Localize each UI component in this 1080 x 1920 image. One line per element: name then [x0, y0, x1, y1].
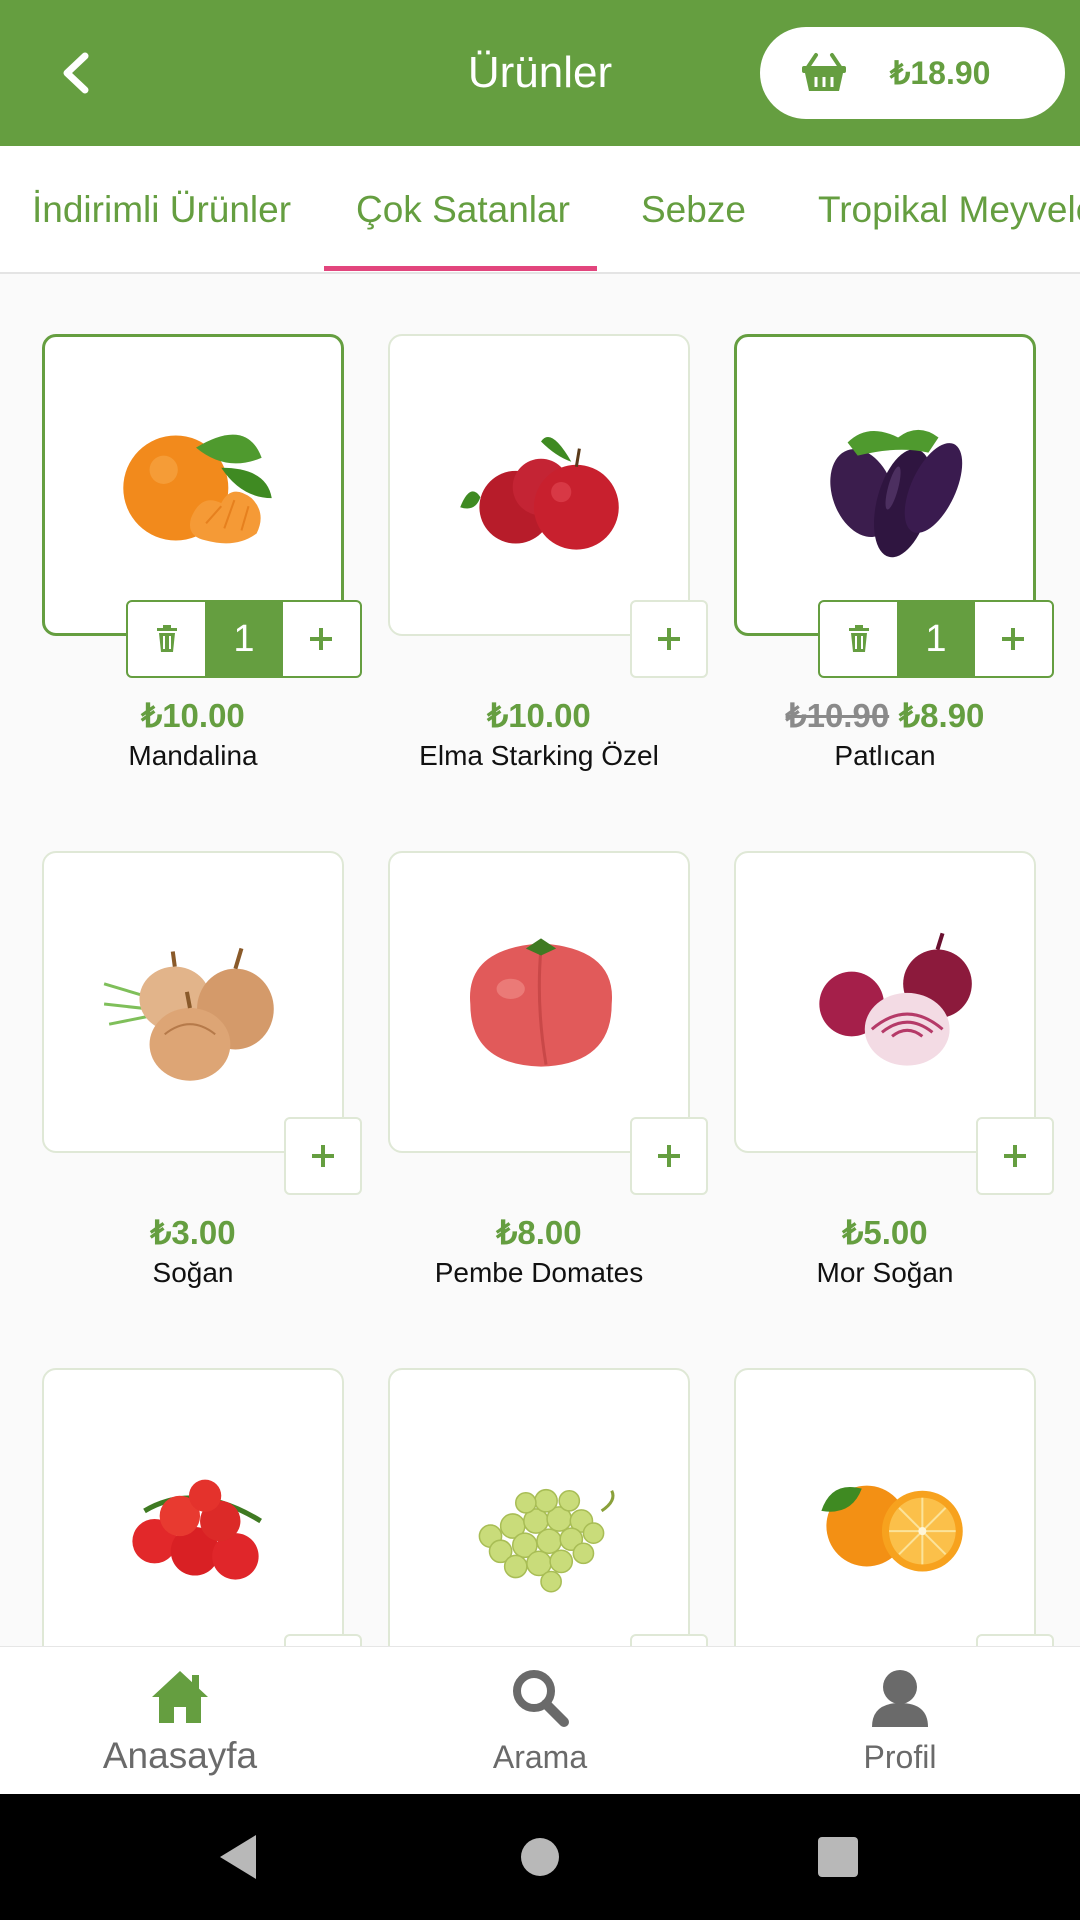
plus-icon [658, 1145, 680, 1167]
product-name: Elma Starking Özel [419, 740, 659, 771]
product-name: Mor Soğan [816, 1257, 954, 1288]
red-onion-image [819, 932, 972, 1066]
plus-icon [1002, 628, 1025, 650]
delete-button[interactable] [128, 602, 205, 676]
product-price: ₺10.90 ₺8.90 [734, 696, 1036, 735]
search-icon [513, 1670, 569, 1727]
old-price: ₺10.90 [785, 697, 890, 734]
nav-search[interactable]: Arama [360, 1647, 720, 1795]
product-price: ₺10.00 [388, 696, 690, 735]
add-to-cart-button[interactable] [284, 1634, 362, 1646]
profile-icon [872, 1670, 928, 1727]
add-to-cart-button[interactable] [630, 600, 708, 678]
current-price: ₺8.00 [496, 1214, 582, 1251]
quantity-value: 1 [205, 602, 283, 676]
trash-icon [848, 625, 869, 652]
cart-button[interactable]: ₺18.90 [760, 27, 1065, 119]
plus-icon [312, 1145, 334, 1167]
product-card[interactable] [42, 1368, 388, 1646]
nav-home-label: Anasayfa [102, 1735, 258, 1776]
tab-vegetables[interactable]: Sebze [641, 146, 746, 272]
cherry-tomato-image [132, 1479, 262, 1580]
app-header: Ürünler ₺18.90 [0, 0, 1080, 146]
tab-indicator [324, 266, 597, 271]
plus-icon [1004, 1145, 1026, 1167]
add-to-cart-button[interactable] [630, 1634, 708, 1646]
nav-profile-label: Profil [863, 1739, 937, 1775]
product-card[interactable] [734, 1368, 1080, 1646]
product-name: Patlıcan [834, 740, 936, 771]
bottom-navigation: Anasayfa Arama Profil [0, 1646, 1080, 1794]
recents-icon[interactable] [810, 1829, 866, 1885]
back-icon[interactable] [212, 1829, 268, 1885]
delete-button[interactable] [820, 602, 897, 676]
product-image-box[interactable] [734, 851, 1036, 1153]
tab-best-sellers[interactable]: Çok Satanlar [356, 146, 570, 272]
home-icon [152, 1671, 208, 1723]
trash-icon [156, 625, 177, 652]
product-price: ₺5.00 [734, 1213, 1036, 1252]
mandarin-image [123, 434, 272, 544]
product-grid: 1 ₺10.00 Mandalina ₺10.00 Elma Starking … [0, 276, 1080, 1646]
product-card[interactable]: 1 ₺10.00 Mandalina [42, 334, 388, 834]
product-card[interactable]: ₺10.00 Elma Starking Özel [388, 334, 734, 834]
onion-image [103, 947, 274, 1081]
product-image-box[interactable] [388, 851, 690, 1153]
tab-discounted[interactable]: İndirimli Ürünler [32, 146, 291, 272]
product-price: ₺3.00 [42, 1213, 344, 1252]
tab-tropical-fruits[interactable]: Tropikal Meyveler [818, 146, 1080, 272]
basket-icon [802, 53, 846, 91]
product-card[interactable]: ₺5.00 Mor Soğan [734, 851, 1080, 1351]
product-image-box[interactable] [42, 851, 344, 1153]
current-price: ₺10.00 [487, 697, 591, 734]
product-image-box[interactable] [42, 1368, 344, 1646]
product-image-box[interactable] [388, 1368, 690, 1646]
product-card[interactable] [388, 1368, 734, 1646]
quantity-stepper: 1 [818, 600, 1054, 678]
increase-button[interactable] [283, 602, 360, 676]
product-image-box[interactable] [734, 334, 1036, 636]
product-price: ₺8.00 [388, 1213, 690, 1252]
home-circle-icon[interactable] [512, 1829, 568, 1885]
apple-image [460, 437, 619, 550]
product-card[interactable]: 1 ₺10.90 ₺8.90 Patlıcan [734, 334, 1080, 834]
product-card[interactable]: ₺8.00 Pembe Domates [388, 851, 734, 1351]
product-image-box[interactable] [388, 334, 690, 636]
add-to-cart-button[interactable] [976, 1117, 1054, 1195]
category-tabs: İndirimli Ürünler Çok Satanlar Sebze Tro… [0, 146, 1080, 274]
product-image-box[interactable] [42, 334, 344, 636]
current-price: ₺5.00 [842, 1214, 928, 1251]
grapes-image [478, 1488, 615, 1593]
product-image-box[interactable] [734, 1368, 1036, 1646]
cart-total: ₺18.90 [890, 55, 991, 91]
quantity-stepper: 1 [126, 600, 362, 678]
current-price: ₺8.90 [899, 697, 985, 734]
add-to-cart-button[interactable] [630, 1117, 708, 1195]
current-price: ₺3.00 [150, 1214, 236, 1251]
nav-search-label: Arama [492, 1739, 588, 1775]
add-to-cart-button[interactable] [976, 1634, 1054, 1646]
nav-home[interactable]: Anasayfa [0, 1647, 360, 1795]
increase-button[interactable] [975, 602, 1052, 676]
orange-image [821, 1485, 963, 1572]
product-price: ₺10.00 [42, 696, 344, 735]
quantity-value: 1 [897, 602, 975, 676]
plus-icon [658, 628, 680, 650]
system-navigation-bar [0, 1794, 1080, 1920]
product-name: Soğan [152, 1257, 234, 1288]
product-name: Mandalina [128, 740, 258, 771]
current-price: ₺10.00 [141, 697, 245, 734]
add-to-cart-button[interactable] [284, 1117, 362, 1195]
nav-profile[interactable]: Profil [720, 1647, 1080, 1795]
tomato-image [469, 938, 613, 1067]
plus-icon [310, 628, 333, 650]
eggplant-image [830, 429, 963, 558]
product-card[interactable]: ₺3.00 Soğan [42, 851, 388, 1351]
product-name: Pembe Domates [434, 1257, 644, 1288]
